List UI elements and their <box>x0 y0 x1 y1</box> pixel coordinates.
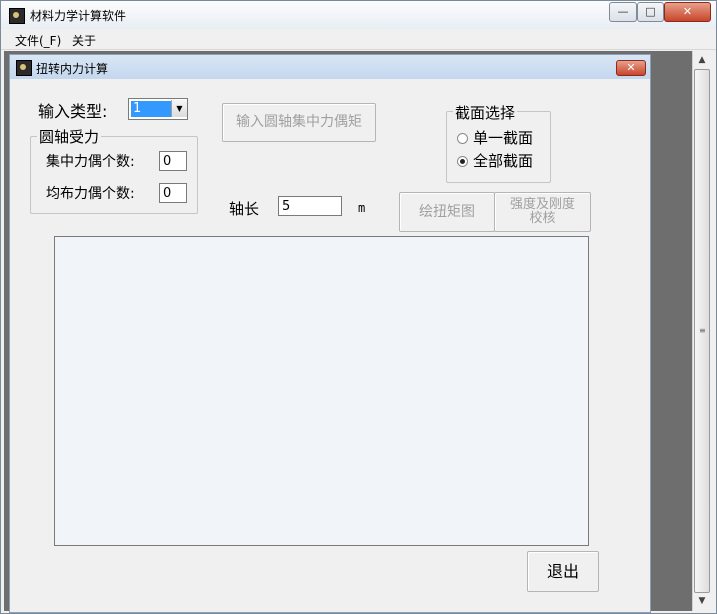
child-close-button[interactable]: ✕ <box>616 60 646 76</box>
exit-button[interactable]: 退出 <box>527 551 599 592</box>
input-type-label: 输入类型: <box>38 102 108 121</box>
input-type-select[interactable]: 1 ▼ <box>128 98 188 120</box>
menu-about[interactable]: 关于 <box>72 32 96 49</box>
shaft-length-label: 轴长 <box>229 200 260 218</box>
length-unit: m <box>358 201 366 215</box>
shaft-load-legend: 圆轴受力 <box>37 126 102 147</box>
distributed-count-input[interactable]: 0 <box>159 183 187 203</box>
section-select-legend: 截面选择 <box>453 102 518 123</box>
menu-file[interactable]: 文件(_F) <box>15 32 61 49</box>
child-window-title: 扭转内力计算 <box>36 62 109 76</box>
scroll-down-icon[interactable]: ▼ <box>693 593 711 609</box>
input-couple-button[interactable]: 输入圆轴集中力偶矩 <box>222 103 376 142</box>
all-sections-label: 全部截面 <box>473 152 534 170</box>
app-icon <box>9 8 25 24</box>
concentrated-count-input[interactable]: 0 <box>159 151 187 171</box>
maximize-button[interactable]: □ <box>637 2 664 22</box>
chevron-down-icon[interactable]: ▼ <box>171 100 187 117</box>
child-window-icon <box>16 60 32 76</box>
check-button-line2: 校核 <box>529 211 556 226</box>
torsion-calc-window: 扭转内力计算 ✕ 输入类型: 1 ▼ 圆轴受力 集中力偶个数: 0 均布力偶个数… <box>9 54 651 613</box>
main-window: 材料力学计算软件 — □ ✕ 文件(_F) 关于 ▲ ≡ ▼ 扭转内力计算 ✕ … <box>0 0 717 614</box>
draw-torque-diagram-button[interactable]: 绘扭矩图 <box>399 192 495 232</box>
strength-stiffness-check-button[interactable]: 强度及刚度 校核 <box>494 192 591 232</box>
close-button[interactable]: ✕ <box>664 2 711 22</box>
child-title-bar[interactable]: 扭转内力计算 ✕ <box>10 55 650 79</box>
shaft-load-group: 圆轴受力 集中力偶个数: 0 均布力偶个数: 0 <box>30 126 198 214</box>
single-section-label: 单一截面 <box>473 129 534 147</box>
all-sections-radio[interactable] <box>457 156 468 167</box>
distributed-count-label: 均布力偶个数: <box>46 186 135 202</box>
scroll-up-icon[interactable]: ▲ <box>693 52 711 68</box>
concentrated-count-label: 集中力偶个数: <box>46 154 135 170</box>
vertical-scrollbar[interactable]: ▲ ≡ ▼ <box>692 51 711 611</box>
input-type-value: 1 <box>131 101 171 117</box>
grip-icon: ≡ <box>699 326 706 335</box>
title-bar[interactable]: 材料力学计算软件 — □ ✕ <box>1 1 716 29</box>
menu-bar: 文件(_F) 关于 <box>1 29 716 50</box>
window-title: 材料力学计算软件 <box>30 9 127 23</box>
single-section-radio[interactable] <box>457 133 468 144</box>
check-button-line1: 强度及刚度 <box>509 197 575 212</box>
torque-diagram-canvas <box>54 236 589 546</box>
section-select-group: 截面选择 单一截面 全部截面 <box>446 102 551 183</box>
minimize-button[interactable]: — <box>609 2 637 22</box>
shaft-length-input[interactable]: 5 <box>278 196 342 216</box>
scrollbar-thumb[interactable]: ≡ <box>694 69 710 593</box>
